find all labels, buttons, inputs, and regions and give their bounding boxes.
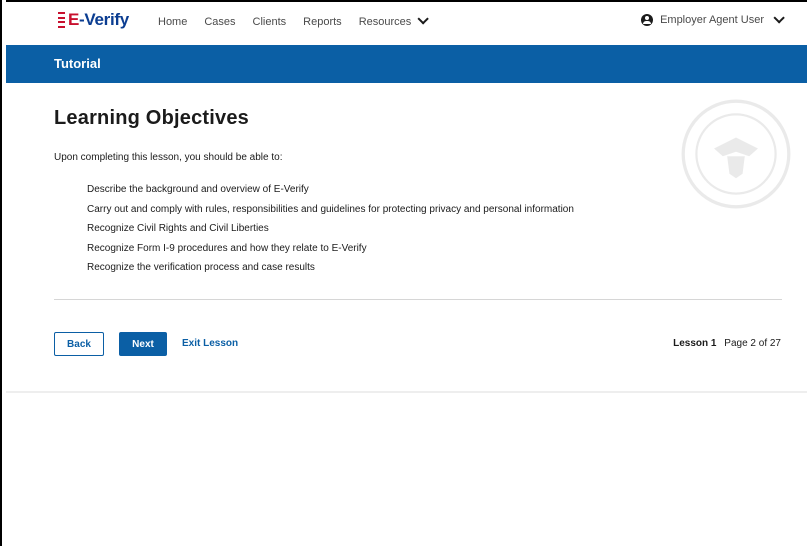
- user-avatar-icon: [641, 14, 654, 26]
- logo-e: E: [68, 10, 80, 29]
- banner-title: Tutorial: [54, 56, 101, 71]
- list-item: Carry out and comply with rules, respons…: [87, 203, 574, 215]
- list-item: Recognize Civil Rights and Civil Liberti…: [87, 223, 269, 234]
- nav-reports[interactable]: Reports: [303, 16, 342, 28]
- logo-verify: -Verify: [79, 10, 129, 29]
- footer-divider: [6, 391, 807, 393]
- user-menu[interactable]: Employer Agent User: [641, 12, 785, 26]
- lesson-number: Lesson 1: [673, 338, 717, 349]
- dhs-seal-watermark-icon: [681, 99, 791, 209]
- back-button[interactable]: Back: [54, 332, 104, 356]
- next-button[interactable]: Next: [119, 332, 167, 356]
- chevron-down-icon: [773, 12, 785, 24]
- nav-clients[interactable]: Clients: [253, 16, 287, 28]
- list-item: Recognize the verification process and c…: [87, 262, 315, 273]
- nav-resources[interactable]: Resources: [358, 13, 430, 28]
- main-nav: Home Cases Clients Reports Resources: [158, 13, 430, 28]
- logo-text: E-Verify: [68, 10, 129, 30]
- nav-home[interactable]: Home: [158, 16, 187, 28]
- page-title: Learning Objectives: [54, 107, 249, 129]
- chevron-down-icon: [417, 13, 430, 25]
- app-page: E-Verify Home Cases Clients Reports Reso…: [6, 2, 807, 546]
- page-counter: Page 2 of 27: [724, 338, 781, 349]
- intro-text: Upon completing this lesson, you should …: [54, 152, 283, 163]
- list-item: Recognize Form I-9 procedures and how th…: [87, 242, 367, 254]
- lesson-pager: Lesson 1 Page 2 of 27: [673, 338, 781, 349]
- tutorial-banner: Tutorial: [6, 45, 807, 83]
- flag-stripes-icon: [58, 12, 65, 28]
- user-name: Employer Agent User: [660, 14, 764, 26]
- objectives-list: Describe the background and overview of …: [87, 180, 574, 278]
- list-item: Describe the background and overview of …: [87, 184, 309, 195]
- exit-lesson-link[interactable]: Exit Lesson: [182, 338, 238, 349]
- nav-resources-label: Resources: [358, 16, 412, 28]
- top-navigation: E-Verify Home Cases Clients Reports Reso…: [6, 2, 807, 44]
- everify-logo[interactable]: E-Verify: [58, 8, 129, 32]
- content-divider: [54, 299, 782, 300]
- nav-cases[interactable]: Cases: [204, 16, 235, 28]
